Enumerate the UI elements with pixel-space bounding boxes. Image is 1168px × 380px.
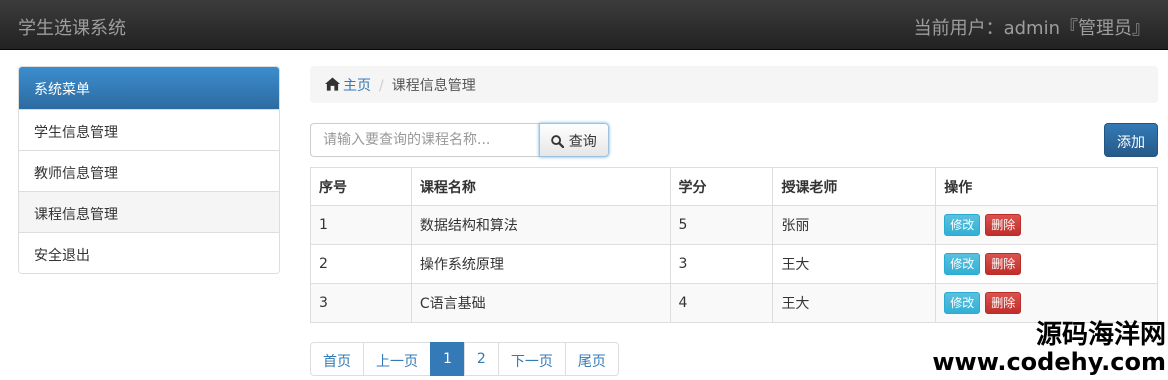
cell-course-name: 数据结构和算法 bbox=[410, 205, 671, 245]
page-first[interactable]: 首页 bbox=[310, 342, 364, 376]
search-button-label: 查询 bbox=[568, 134, 597, 150]
search-icon bbox=[551, 135, 565, 149]
cell-credit: 3 bbox=[669, 244, 774, 284]
table-row: 1 数据结构和算法 5 张丽 修改 删除 bbox=[310, 205, 1158, 245]
table-row: 3 C语言基础 4 王大 修改 删除 bbox=[310, 283, 1158, 323]
watermark-url: www.codehy.com bbox=[932, 348, 1166, 376]
table-header-row: 序号 课程名称 学分 授课老师 操作 bbox=[310, 167, 1158, 206]
breadcrumb-separator: / bbox=[379, 78, 384, 94]
delete-button[interactable]: 删除 bbox=[985, 253, 1022, 275]
app-title[interactable]: 学生选课系统 bbox=[18, 14, 126, 40]
course-search-input[interactable] bbox=[310, 123, 540, 157]
delete-button[interactable]: 删除 bbox=[985, 292, 1022, 314]
pagination: 首页 上一页 1 2 下一页 尾页 bbox=[310, 342, 619, 376]
add-course-button[interactable]: 添加 bbox=[1104, 123, 1158, 157]
page-number-2[interactable]: 2 bbox=[463, 342, 499, 376]
table-row: 2 操作系统原理 3 王大 修改 删除 bbox=[310, 244, 1158, 284]
col-header-id: 序号 bbox=[310, 167, 412, 206]
page-next[interactable]: 下一页 bbox=[497, 342, 566, 376]
breadcrumb-current: 课程信息管理 bbox=[391, 78, 476, 94]
edit-button[interactable]: 修改 bbox=[944, 292, 981, 314]
edit-button[interactable]: 修改 bbox=[944, 253, 981, 275]
cell-teacher: 王大 bbox=[772, 283, 937, 323]
cell-teacher: 王大 bbox=[772, 244, 937, 284]
col-header-name: 课程名称 bbox=[410, 167, 671, 206]
cell-actions: 修改 删除 bbox=[935, 244, 1158, 284]
sidebar-menu: 系统菜单 学生信息管理 教师信息管理 课程信息管理 安全退出 bbox=[18, 66, 280, 274]
sidebar-item-logout[interactable]: 安全退出 bbox=[19, 232, 279, 273]
watermark-title: 源码海洋网 bbox=[1035, 320, 1166, 350]
col-header-credit: 学分 bbox=[669, 167, 774, 206]
course-table: 序号 课程名称 学分 授课老师 操作 1 数据结构和算法 5 张丽 修改 删除 2… bbox=[310, 167, 1158, 323]
current-user: 当前用户：admin『管理员』 bbox=[913, 18, 1150, 39]
delete-button[interactable]: 删除 bbox=[985, 214, 1022, 236]
cell-id: 3 bbox=[310, 283, 412, 323]
sidebar-item-student[interactable]: 学生信息管理 bbox=[19, 109, 279, 150]
cell-actions: 修改 删除 bbox=[935, 205, 1158, 245]
cell-teacher: 张丽 bbox=[772, 205, 937, 245]
sidebar-item-teacher[interactable]: 教师信息管理 bbox=[19, 150, 279, 191]
edit-button[interactable]: 修改 bbox=[944, 214, 981, 236]
breadcrumb: 主页 / 课程信息管理 bbox=[310, 66, 1158, 103]
watermark: 源码海洋网 www.codehy.com bbox=[932, 322, 1166, 374]
cell-actions: 修改 删除 bbox=[935, 283, 1158, 323]
search-button[interactable]: 查询 bbox=[539, 123, 609, 157]
cell-course-name: 操作系统原理 bbox=[410, 244, 671, 284]
top-navbar: 学生选课系统 当前用户：admin『管理员』 bbox=[0, 0, 1168, 50]
cell-id: 1 bbox=[310, 205, 412, 245]
page-number-1[interactable]: 1 bbox=[430, 342, 465, 376]
page-prev[interactable]: 上一页 bbox=[363, 342, 431, 376]
breadcrumb-home-link[interactable]: 主页 bbox=[343, 78, 371, 94]
cell-course-name: C语言基础 bbox=[410, 283, 671, 323]
cell-credit: 4 bbox=[669, 283, 774, 323]
sidebar-item-course[interactable]: 课程信息管理 bbox=[19, 191, 279, 232]
col-header-actions: 操作 bbox=[935, 167, 1158, 206]
sidebar-title: 系统菜单 bbox=[19, 67, 279, 109]
home-icon bbox=[325, 77, 340, 91]
page-last[interactable]: 尾页 bbox=[564, 342, 619, 376]
cell-credit: 5 bbox=[669, 205, 774, 245]
cell-id: 2 bbox=[310, 244, 412, 284]
col-header-teacher: 授课老师 bbox=[772, 167, 937, 206]
